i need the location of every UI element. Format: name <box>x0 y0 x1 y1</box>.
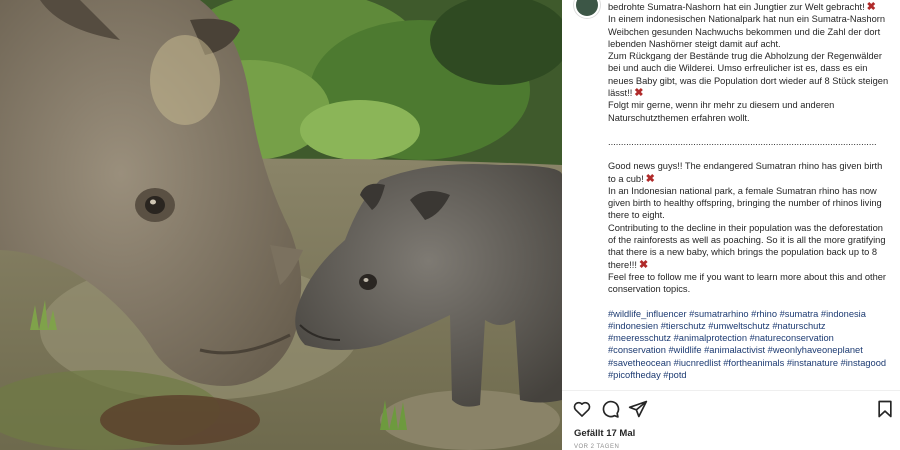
cross-mark-icon: ✖ <box>645 172 655 185</box>
caption-de-line-4: Folgt mir gerne, wenn ihr mehr zu diesem… <box>608 100 835 123</box>
action-bar <box>562 399 900 421</box>
caption-en-line-3: Contributing to the decline in their pop… <box>608 222 886 271</box>
caption-en-line-1: Good news guys!! The endangered Sumatran… <box>608 161 883 185</box>
post-caption: bedrohte Sumatra-Nashorn hat ein Jungtie… <box>608 1 890 381</box>
share-icon[interactable] <box>628 399 648 419</box>
post-date: VOR 2 TAGEN <box>574 444 620 450</box>
avatar[interactable] <box>574 0 600 18</box>
cross-mark-icon: ✖ <box>634 87 644 100</box>
bookmark-icon[interactable] <box>875 399 895 419</box>
cross-mark-icon: ✖ <box>866 1 876 13</box>
likes-count[interactable]: Gefällt 17 Mal <box>574 428 635 439</box>
caption-de-line-2: In einem indonesischen Nationalpark hat … <box>608 14 886 49</box>
caption-en-line-2: In an Indonesian national park, a female… <box>608 185 882 221</box>
comment-icon[interactable] <box>600 399 620 419</box>
rhino-photo-illustration <box>0 0 562 450</box>
caption-en-line-4: Feel free to follow me if you want to le… <box>608 271 887 295</box>
caption-separator: ........................................… <box>608 136 877 147</box>
caption-de-line-3: Zum Rückgang der Bestände trug die Abhol… <box>608 51 889 100</box>
heart-icon[interactable] <box>572 399 592 419</box>
post-side-panel: bedrohte Sumatra-Nashorn hat ein Jungtie… <box>562 0 900 450</box>
caption-de-line-1: bedrohte Sumatra-Nashorn hat ein Jungtie… <box>608 1 876 13</box>
post-photo[interactable] <box>0 0 562 450</box>
divider <box>562 390 900 391</box>
cross-mark-icon: ✖ <box>638 258 649 271</box>
hashtags[interactable]: #wildlife_influencer #sumatrarhino #rhin… <box>608 308 890 382</box>
